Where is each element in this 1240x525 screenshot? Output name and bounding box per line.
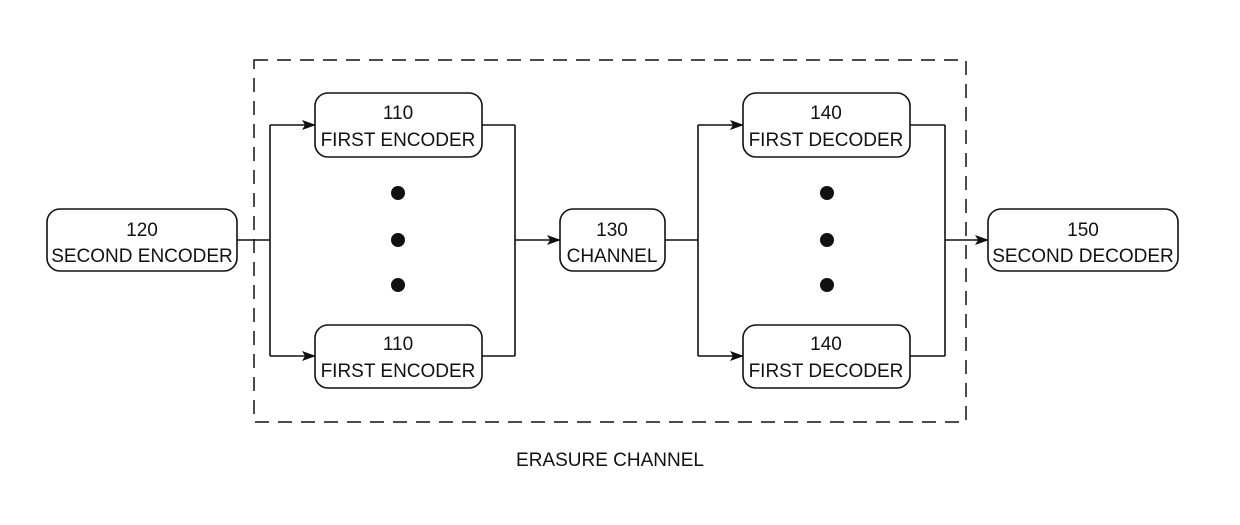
first-encoder-top-block: 110 FIRST ENCODER — [314, 92, 483, 158]
first-encoder-top-label: FIRST ENCODER — [321, 130, 476, 151]
erasure-channel-caption: ERASURE CHANNEL — [516, 450, 704, 471]
first-decoder-bottom-label: FIRST DECODER — [749, 361, 904, 382]
first-decoder-top-block: 140 FIRST DECODER — [742, 92, 911, 158]
second-encoder-block: 120 SECOND ENCODER — [46, 208, 238, 272]
encoder-ellipsis — [391, 186, 405, 292]
decoder-ellipsis — [820, 186, 834, 292]
second-encoder-label: SECOND ENCODER — [51, 246, 233, 267]
encoder-split-connector — [237, 120, 316, 361]
first-encoder-bottom-number: 110 — [383, 334, 413, 355]
encoder-merge-connector — [482, 124, 561, 357]
channel-block: 130 CHANNEL — [559, 208, 666, 272]
second-decoder-label: SECOND DECODER — [992, 246, 1174, 267]
first-decoder-bottom-block: 140 FIRST DECODER — [742, 324, 911, 389]
second-decoder-block: 150 SECOND DECODER — [987, 208, 1179, 272]
diagram-canvas: 120 SECOND ENCODER 110 FIRST ENCODER 110… — [46, 59, 1179, 471]
first-encoder-bottom-block: 110 FIRST ENCODER — [314, 324, 483, 389]
first-encoder-top-number: 110 — [383, 103, 413, 124]
decoder-split-connector — [665, 120, 744, 361]
first-decoder-top-label: FIRST DECODER — [749, 130, 904, 151]
second-encoder-number: 120 — [126, 220, 158, 241]
decoder-merge-connector — [910, 124, 989, 357]
first-decoder-top-number: 140 — [810, 103, 842, 124]
channel-number: 130 — [596, 220, 628, 241]
second-decoder-number: 150 — [1067, 220, 1099, 241]
channel-label: CHANNEL — [567, 246, 658, 267]
first-encoder-bottom-label: FIRST ENCODER — [321, 361, 476, 382]
first-decoder-bottom-number: 140 — [810, 334, 842, 355]
